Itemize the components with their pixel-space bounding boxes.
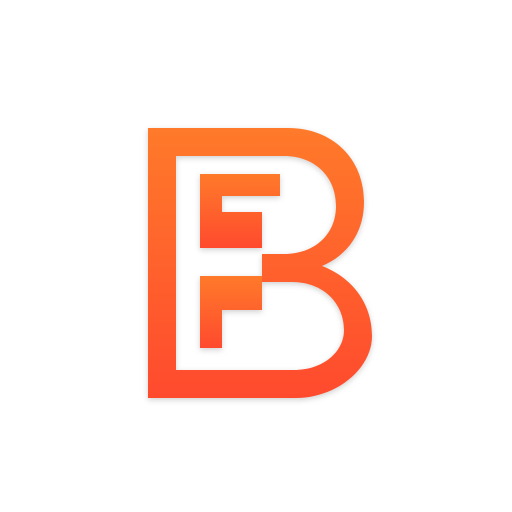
b-inner-upper-block: [200, 174, 280, 248]
b-inner-lower-block: [200, 276, 262, 348]
letter-b-logo-icon: [148, 128, 372, 398]
b-outer-stroke: [148, 128, 372, 398]
icon-canvas: [0, 0, 512, 512]
